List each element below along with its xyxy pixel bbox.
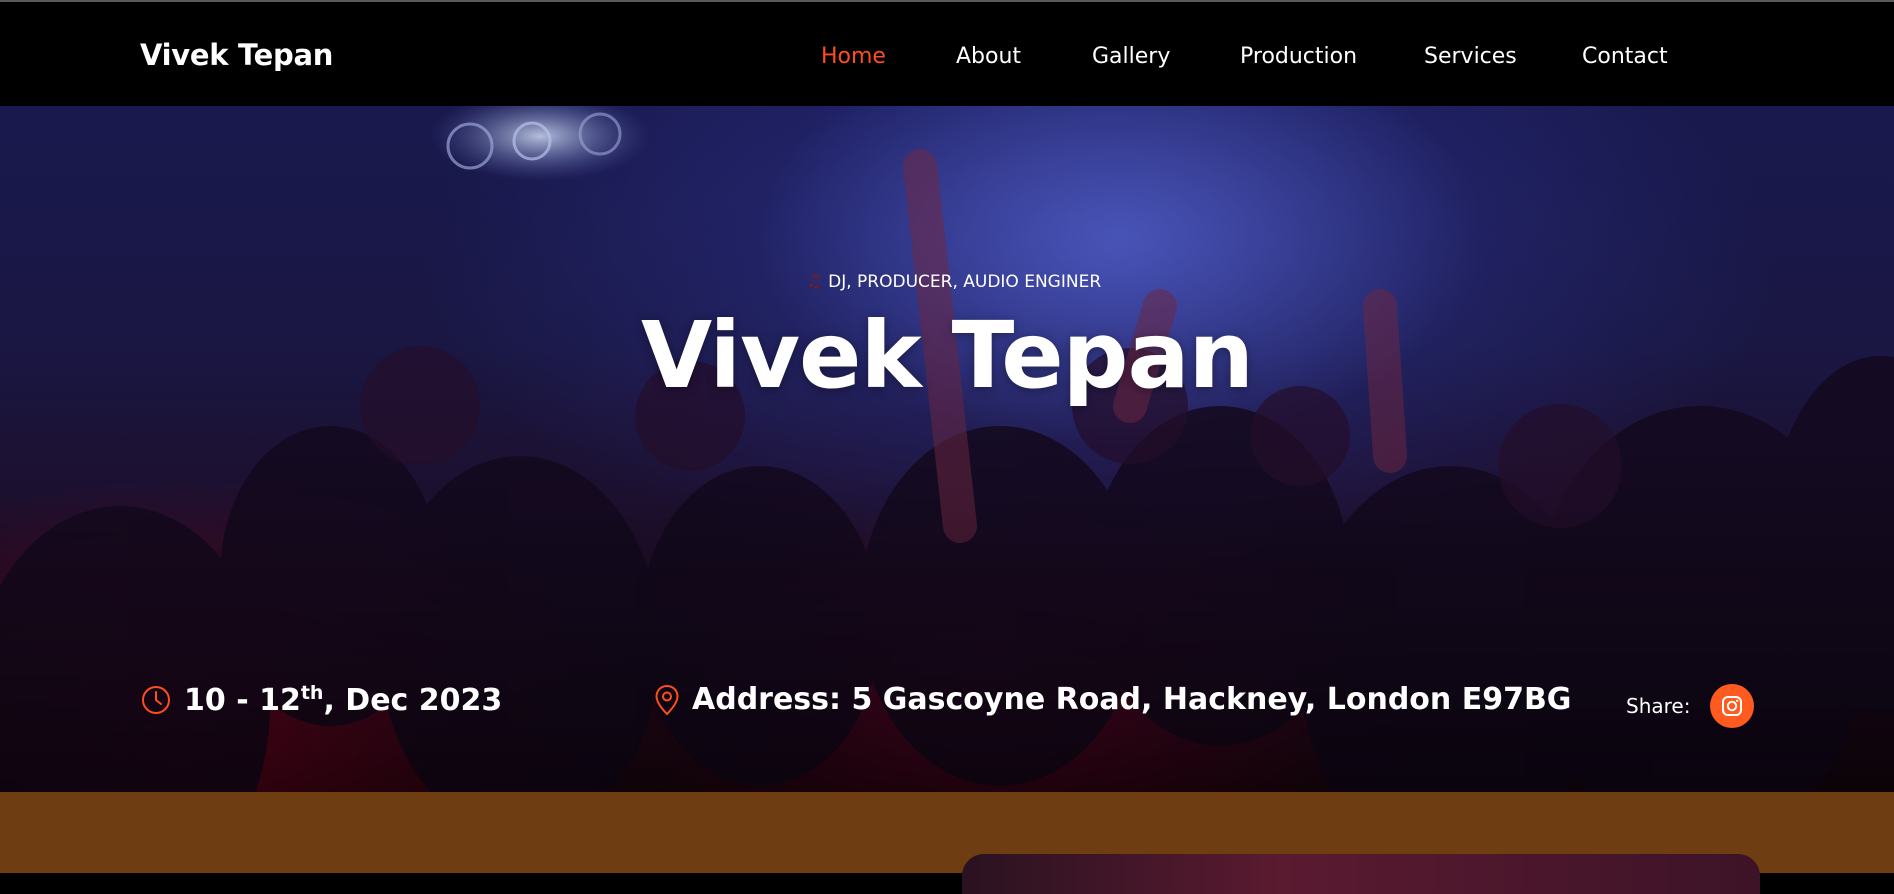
nav-contact[interactable]: Contact <box>1582 44 1668 69</box>
event-address: Address: 5 Gascoyne Road, Hackney, Londo… <box>654 682 1571 717</box>
nav-gallery[interactable]: Gallery <box>1092 44 1170 69</box>
tagline-text: DJ, PRODUCER, AUDIO ENGINER <box>828 271 1102 292</box>
instagram-icon <box>1722 696 1743 716</box>
clock-icon <box>142 686 170 714</box>
event-address-text: Address: 5 Gascoyne Road, Hackney, Londo… <box>692 682 1572 717</box>
hero-title: Vivek Tepan <box>640 302 1254 409</box>
map-pin-icon <box>655 684 679 715</box>
event-date-text: 10 - 12th, Dec 2023 <box>184 682 503 718</box>
nav-production[interactable]: Production <box>1240 44 1357 69</box>
media-card-preview <box>962 854 1760 894</box>
music-note-icon: ♫ <box>806 271 823 292</box>
share-group: Share: <box>1626 684 1755 728</box>
event-date: 10 - 12th, Dec 2023 <box>140 682 502 718</box>
site-header: Vivek Tepan Home About Gallery Productio… <box>0 0 1894 106</box>
share-label: Share: <box>1626 694 1691 718</box>
instagram-share-button[interactable] <box>1710 684 1755 728</box>
hero-tagline: ♫ DJ, PRODUCER, AUDIO ENGINER <box>806 271 1101 292</box>
hero-banner: ♫ DJ, PRODUCER, AUDIO ENGINER Vivek Tepa… <box>0 106 1894 792</box>
nav-about[interactable]: About <box>956 44 1021 69</box>
nav-services[interactable]: Services <box>1424 44 1517 69</box>
nav-home[interactable]: Home <box>821 44 886 69</box>
main-nav: Home About Gallery Production Services C… <box>0 44 1894 74</box>
